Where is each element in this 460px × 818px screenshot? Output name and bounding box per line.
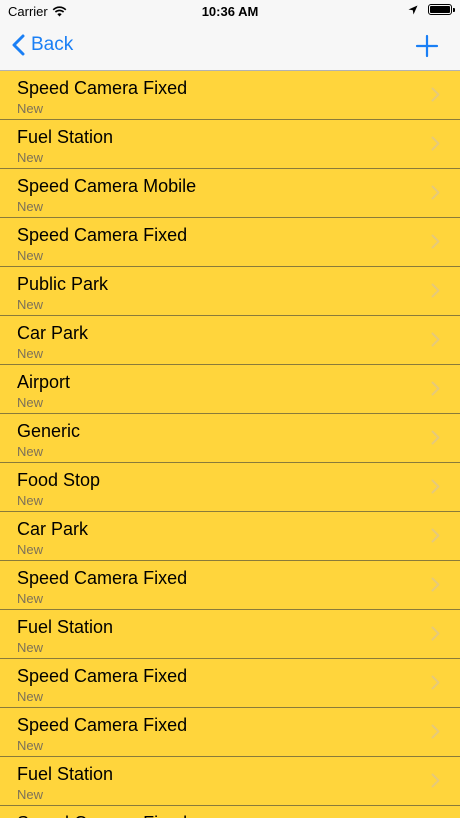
chevron-right-icon (431, 185, 440, 200)
status-right-icons (408, 4, 455, 15)
chevron-right-icon (431, 430, 440, 445)
status-time: 10:36 AM (201, 4, 259, 19)
list-item-subtitle: New (17, 738, 44, 753)
chevron-right-icon (431, 332, 440, 347)
list-item-title: Airport (17, 372, 71, 392)
back-button-label: Back (31, 34, 74, 55)
list-item-title: Speed Camera Fixed (17, 666, 188, 686)
battery-fill (430, 6, 450, 13)
list-item-subtitle: New (17, 101, 44, 116)
list-item-title: Speed Camera Fixed (17, 715, 188, 735)
location-list: Speed Camera Fixed New Fuel Station New Spee… (0, 71, 460, 818)
chevron-right-icon (431, 773, 440, 788)
list-item-title: Food Stop (17, 470, 101, 490)
list-item[interactable]: Speed Camera Fixed New (0, 708, 460, 757)
list-item-title: Speed Camera Fixed (17, 225, 188, 245)
list-item-subtitle: New (17, 787, 44, 802)
list-item-title: Generic (17, 421, 81, 441)
chevron-right-icon (431, 528, 440, 543)
list-item-subtitle: New (17, 542, 44, 557)
location-arrow-icon (408, 5, 418, 14)
list-item-subtitle: New (17, 199, 44, 214)
list-item-title: Fuel Station (17, 127, 114, 147)
chevron-right-icon (431, 675, 440, 690)
chevron-right-icon (431, 626, 440, 641)
chevron-right-icon (431, 381, 440, 396)
list-item[interactable]: Fuel Station New (0, 120, 460, 169)
list-item-subtitle: New (17, 689, 44, 704)
chevron-right-icon (431, 136, 440, 151)
list-item-title: Fuel Station (17, 617, 114, 637)
list-item-subtitle: New (17, 297, 44, 312)
list-item-title: Speed Camera Fixed (17, 568, 188, 588)
list-item-title: Speed Camera Mobile (17, 176, 197, 196)
list-item[interactable]: Generic New (0, 414, 460, 463)
list-item[interactable]: Fuel Station New (0, 610, 460, 659)
chevron-right-icon (431, 577, 440, 592)
list-item[interactable]: Car Park New (0, 316, 460, 365)
list-item[interactable]: Speed Camera Fixed (0, 806, 460, 818)
list-item-subtitle: New (17, 248, 44, 263)
list-item-title: Public Park (17, 274, 109, 294)
list-item[interactable]: Speed Camera Fixed New (0, 218, 460, 267)
plus-icon[interactable] (414, 33, 440, 59)
list-item[interactable]: Public Park New (0, 267, 460, 316)
chevron-right-icon (431, 283, 440, 298)
chevron-right-icon (431, 234, 440, 249)
list-item-title: Speed Camera Fixed (17, 78, 188, 98)
list-item-title: Car Park (17, 323, 89, 343)
list-item-subtitle: New (17, 591, 44, 606)
list-item-subtitle: New (17, 640, 44, 655)
list-item[interactable]: Speed Camera Fixed New (0, 659, 460, 708)
list-item[interactable]: Speed Camera Mobile New (0, 169, 460, 218)
list-item[interactable]: Car Park New (0, 512, 460, 561)
list-item-subtitle: New (17, 493, 44, 508)
list-item-title: Fuel Station (17, 764, 114, 784)
list-item[interactable]: Food Stop New (0, 463, 460, 512)
list-item-subtitle: New (17, 150, 44, 165)
list-item-subtitle: New (17, 444, 44, 459)
navigation-bar: Back (0, 24, 460, 71)
status-bar: Carrier 10:36 AM (0, 0, 460, 24)
list-item[interactable]: Airport New (0, 365, 460, 414)
battery-icon (428, 4, 455, 15)
list-item[interactable]: Speed Camera Fixed New (0, 71, 460, 120)
list-item[interactable]: Speed Camera Fixed New (0, 561, 460, 610)
chevron-right-icon (431, 724, 440, 739)
list-item-subtitle: New (17, 346, 44, 361)
list-item-title: Car Park (17, 519, 89, 539)
chevron-right-icon (431, 479, 440, 494)
chevron-right-icon (431, 87, 440, 102)
list-item[interactable]: Fuel Station New (0, 757, 460, 806)
chevron-left-icon (12, 34, 25, 56)
back-button[interactable]: Back (12, 34, 73, 56)
list-item-title: Speed Camera Fixed (17, 813, 187, 818)
list-item-subtitle: New (17, 395, 44, 410)
